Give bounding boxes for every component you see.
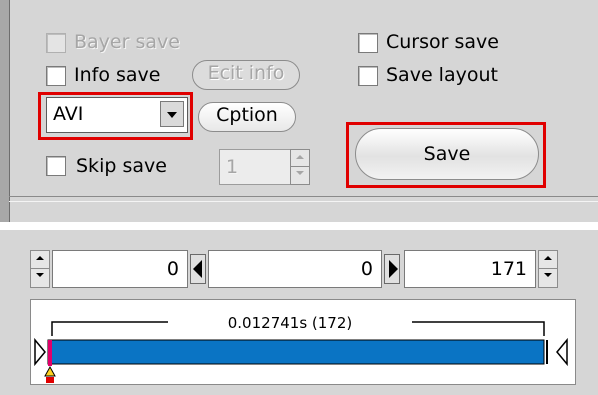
panel-edge: [0, 0, 10, 222]
option-button[interactable]: Cption: [198, 102, 296, 132]
current-frame-field[interactable]: 0: [208, 250, 382, 288]
range-bar[interactable]: [47, 339, 545, 365]
start-frame-spinner[interactable]: [30, 250, 50, 288]
skip-count-field[interactable]: 1: [219, 149, 291, 185]
panel-gap: [0, 222, 598, 230]
info-save-label: Info save: [74, 64, 161, 86]
save-layout-label: Save layout: [386, 64, 498, 86]
timeline-graphic: 0.012741s (172): [34, 312, 568, 383]
spin-down-icon[interactable]: [539, 269, 557, 287]
spin-up-icon[interactable]: [31, 251, 49, 269]
playhead-handle-icon[interactable]: [44, 365, 56, 377]
save-layout-checkbox[interactable]: [358, 66, 378, 86]
start-frame-field[interactable]: 0: [52, 250, 188, 288]
end-frame-spinner[interactable]: [538, 250, 558, 288]
end-frame-field[interactable]: 171: [404, 250, 536, 288]
skip-count-value: 1: [226, 156, 239, 178]
skip-save-checkbox[interactable]: [46, 156, 66, 176]
format-select-highlight: [38, 92, 193, 140]
cursor-save-checkbox[interactable]: [358, 33, 378, 53]
spin-down-icon[interactable]: [291, 167, 309, 184]
spin-up-icon[interactable]: [539, 251, 557, 269]
bayer-save-checkbox[interactable]: [46, 33, 66, 53]
start-marker-icon[interactable]: [34, 337, 46, 367]
timeline[interactable]: 0.012741s (172): [30, 299, 576, 385]
info-save-checkbox[interactable]: [46, 66, 66, 86]
spin-down-icon[interactable]: [31, 269, 49, 287]
skip-count-spinner[interactable]: [290, 149, 310, 185]
range-label: 0.012741s (172): [228, 314, 353, 332]
panel-divider: [9, 196, 598, 202]
end-marker-icon[interactable]: [556, 337, 568, 367]
skip-save-label: Skip save: [76, 155, 167, 177]
prev-frame-button[interactable]: [190, 254, 206, 284]
playhead-base: [46, 377, 54, 383]
save-button-highlight: [346, 122, 546, 188]
next-frame-button[interactable]: [384, 254, 400, 284]
cursor-save-label: Cursor save: [386, 31, 499, 53]
edit-info-button[interactable]: Ecit info: [192, 60, 300, 90]
spin-up-icon[interactable]: [291, 150, 309, 167]
bayer-save-label: Bayer save: [74, 31, 180, 53]
